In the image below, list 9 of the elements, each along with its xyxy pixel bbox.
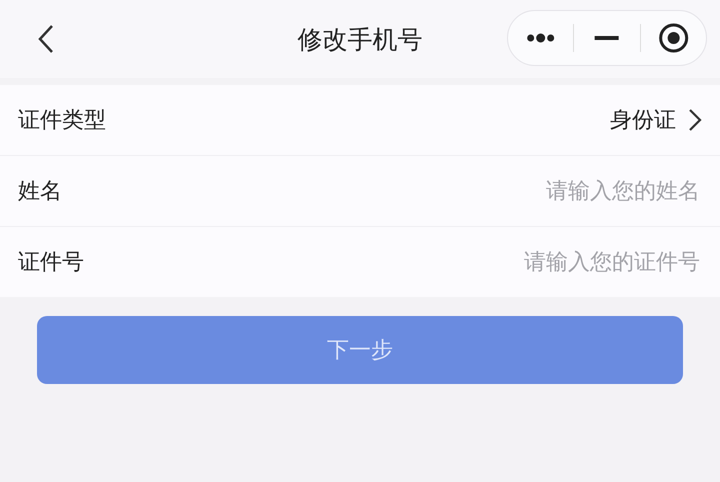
page-title: 修改手机号 bbox=[298, 24, 422, 56]
back-icon[interactable] bbox=[36, 24, 56, 54]
chevron-right-icon[interactable] bbox=[688, 108, 702, 132]
field-label: 姓名 bbox=[18, 178, 62, 206]
input-field[interactable]: 请输入您的姓名 bbox=[62, 178, 702, 204]
field-label: 证件号 bbox=[18, 249, 84, 277]
input-field[interactable]: 请输入您的证件号 bbox=[84, 248, 702, 276]
select-value[interactable]: 身份证 bbox=[610, 105, 676, 135]
field-label: 证件类型 bbox=[18, 107, 106, 135]
